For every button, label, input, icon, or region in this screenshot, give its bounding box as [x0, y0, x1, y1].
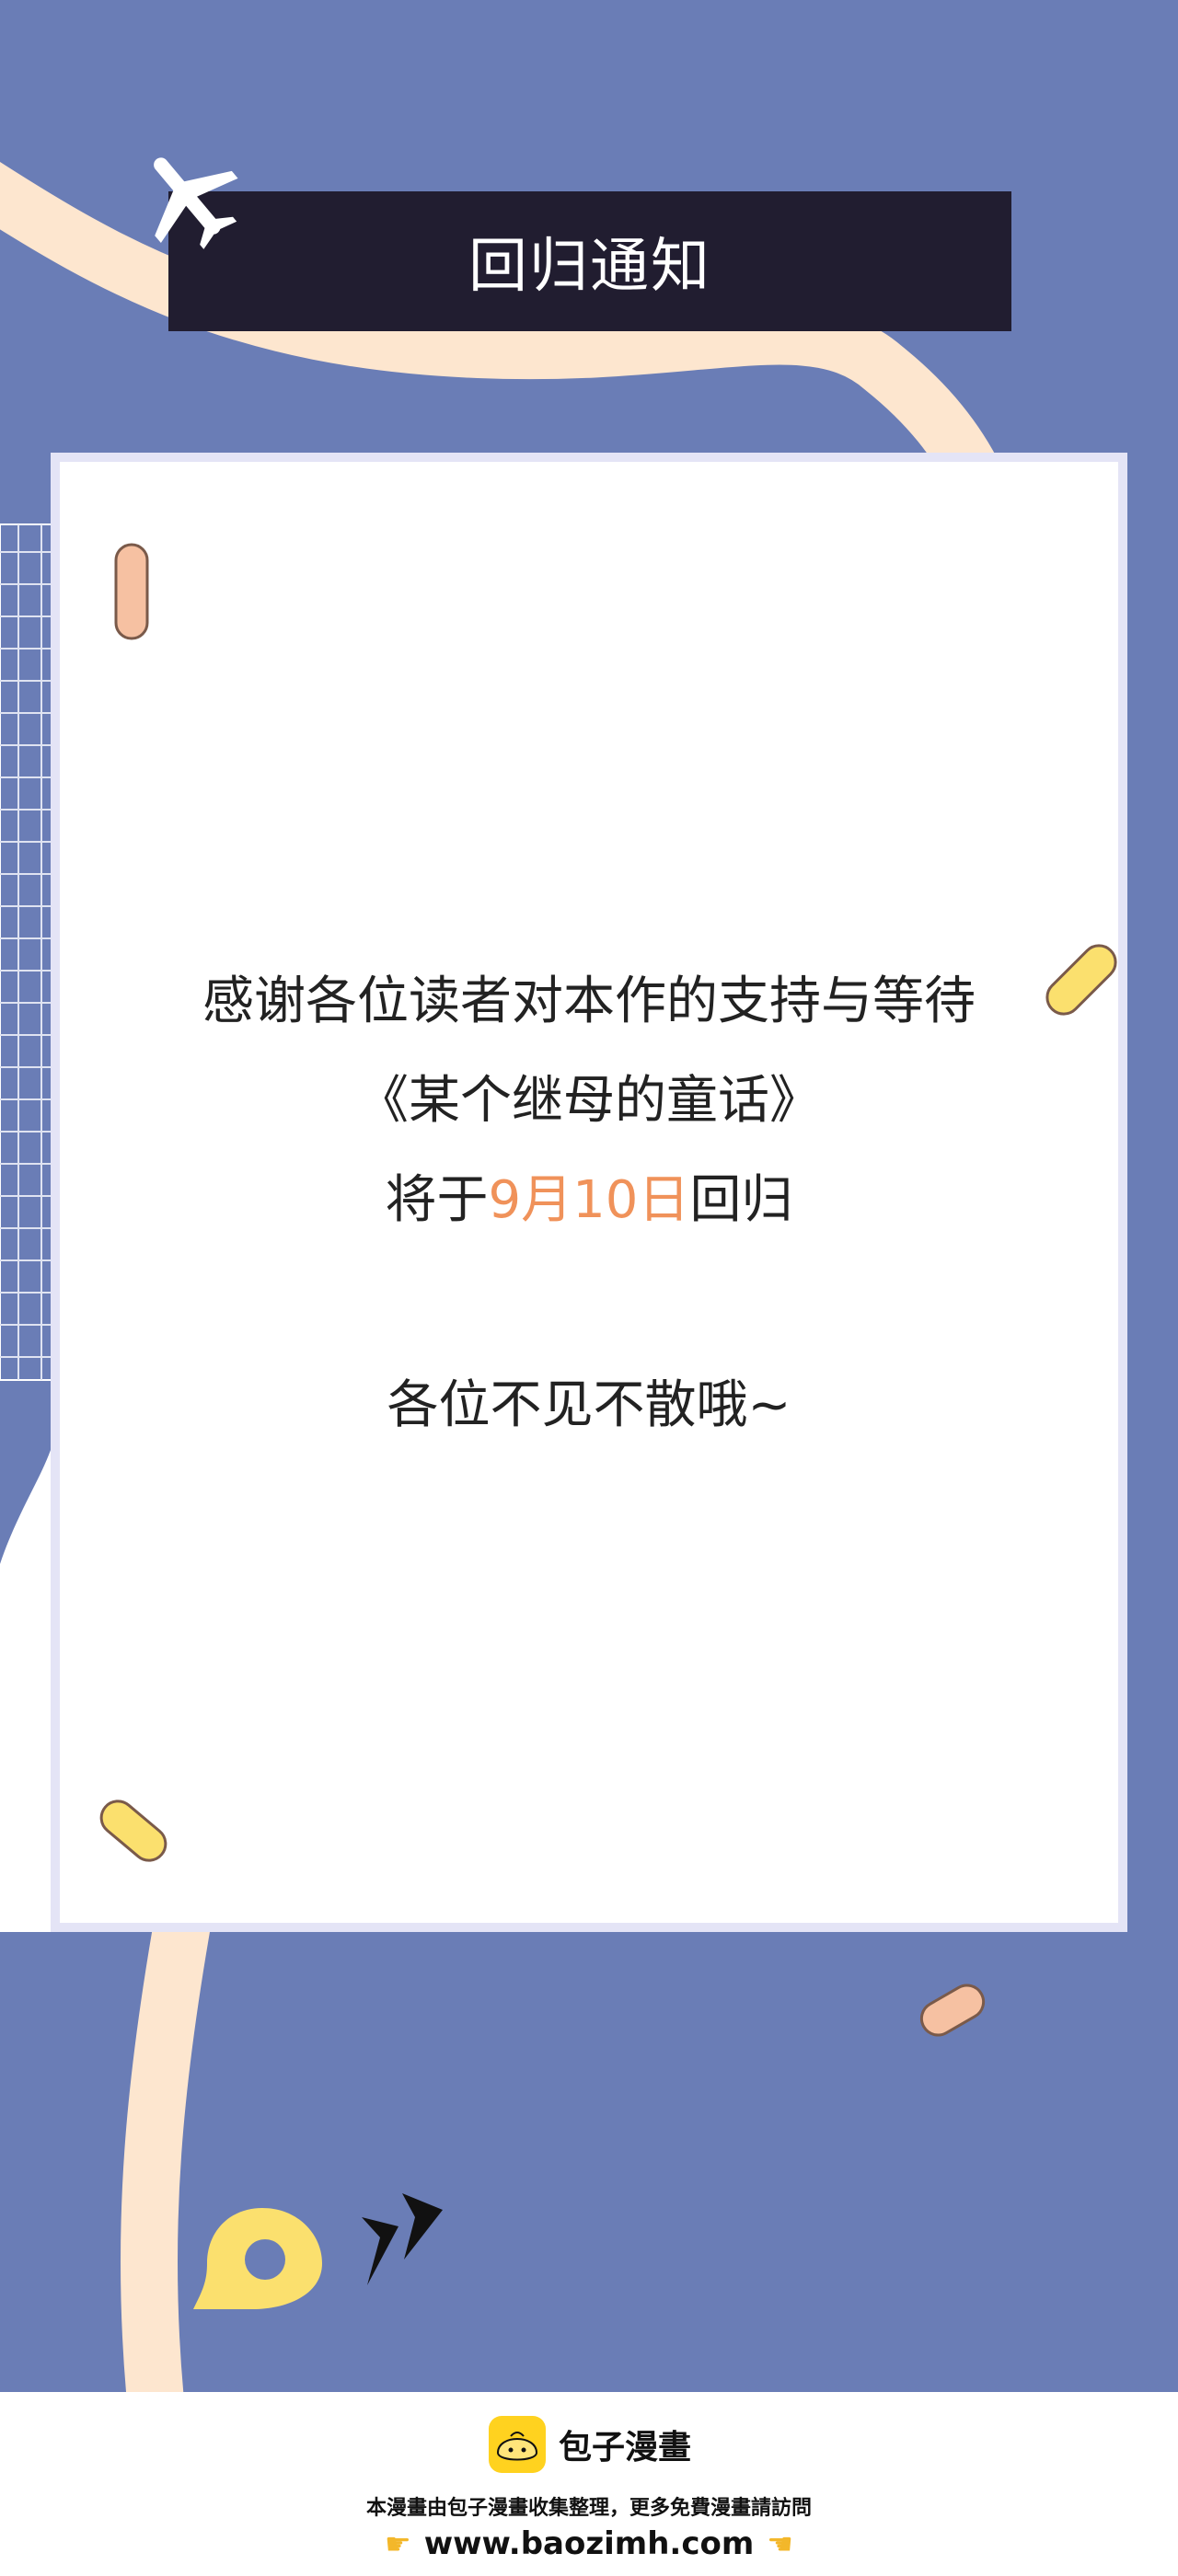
- location-pin-icon: [193, 2208, 322, 2309]
- return-prefix: 将于: [385, 1170, 489, 1230]
- pointing-right-hand-icon: ☛: [385, 2526, 411, 2561]
- thanks-line: 感谢各位读者对本作的支持与等待: [202, 972, 976, 1031]
- notice-message: 感谢各位读者对本作的支持与等待 《某个继母的童话》 将于9月10日回归 各位不见…: [0, 952, 1178, 1455]
- double-chevron-icon: [362, 2193, 443, 2285]
- footer-note: 本漫畫由包子漫畫收集整理，更多免費漫畫請訪問: [365, 2497, 812, 2520]
- peach-pill-decoration-lower: [919, 1984, 986, 2037]
- notice-poster: 回归通知 感谢各位读者对本作的支持与等待 《某个继母的童话》 将于9月10日回归…: [0, 0, 1178, 2392]
- brand-row: 包子漫畫: [0, 2412, 1178, 2477]
- return-suffix: 回归: [689, 1170, 793, 1230]
- work-title-line: 《某个继母的童话》: [357, 1071, 821, 1131]
- notice-title: 回归通知: [468, 233, 711, 301]
- return-date-line: 将于9月10日回归: [0, 1151, 1178, 1250]
- yellow-pill-decoration-lower: [99, 1800, 167, 1862]
- airplane-icon: [154, 157, 238, 249]
- pointing-left-hand-icon: ☚: [767, 2526, 793, 2561]
- page: 回归通知 感谢各位读者对本作的支持与等待 《某个继母的童话》 将于9月10日回归…: [0, 0, 1178, 2576]
- url-row: ☛ www.baozimh.com ☚: [0, 2521, 1178, 2567]
- title-banner: 回归通知: [168, 191, 1011, 331]
- baozi-bun-logo-icon: [488, 2416, 546, 2473]
- peach-pill-decoration: [114, 543, 149, 640]
- site-url-link[interactable]: www.baozimh.com: [424, 2525, 755, 2562]
- footer-watermark: 包子漫畫 本漫畫由包子漫畫收集整理，更多免費漫畫請訪問 ☛ www.baozim…: [0, 2392, 1178, 2576]
- return-date: 9月10日: [488, 1170, 690, 1230]
- brand-name: 包子漫畫: [558, 2429, 691, 2467]
- farewell-line: 各位不见不散哦~: [387, 1375, 791, 1435]
